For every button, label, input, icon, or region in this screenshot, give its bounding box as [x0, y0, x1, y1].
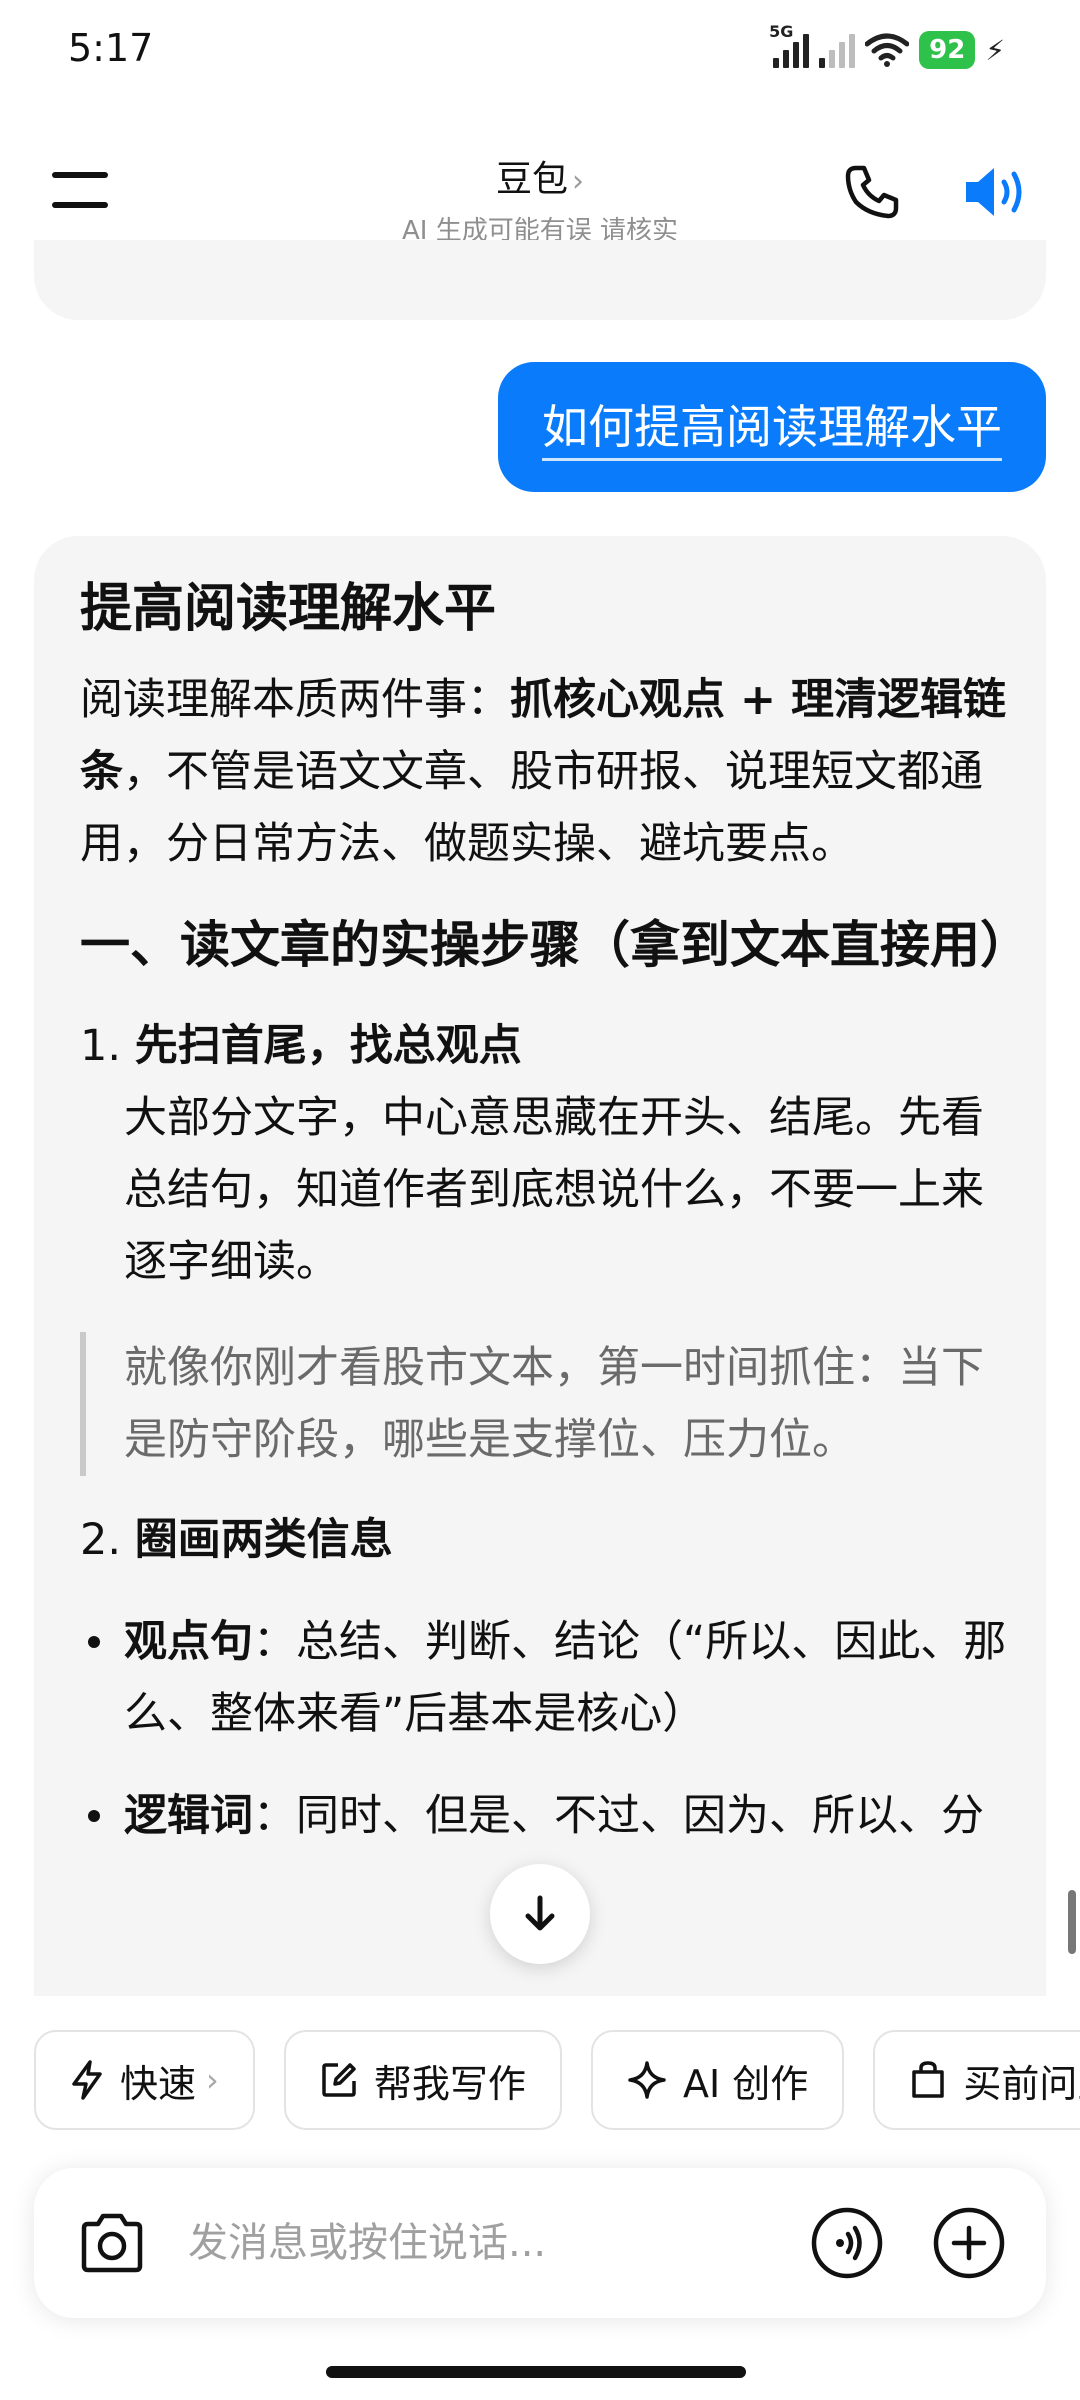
quick-action-write[interactable]: 帮我写作: [283, 2030, 562, 2130]
battery-indicator: 92: [919, 31, 976, 69]
chevron-right-icon: ›: [206, 2061, 219, 2099]
sparkle-icon: [628, 2061, 666, 2099]
section-heading: 一、读文章的实操步骤（拿到文本直接用）: [80, 916, 1030, 974]
status-icons: 5G 92 ⚡: [769, 22, 1005, 76]
bottom-panel: 快速 › 帮我写作 AI 创作 买前问豆包: [0, 1996, 1080, 2400]
camera-icon[interactable]: [78, 2210, 146, 2276]
assistant-answer-card: 提高阅读理解水平 阅读理解本质两件事：抓核心观点 + 理清逻辑链条，不管是语文文…: [34, 536, 1046, 1996]
cellular-signal-icon: 5G: [769, 22, 810, 68]
hamburger-menu-icon[interactable]: [52, 172, 112, 212]
chat-title: 豆包: [495, 159, 568, 200]
list-item-step-1-title: 1. 先扫首尾，找总观点: [80, 1021, 522, 1071]
status-time: 5:17: [68, 26, 154, 70]
chat-title-area[interactable]: 豆包 › AI 生成可能有误 请核实: [290, 150, 790, 247]
answer-intro: 阅读理解本质两件事：抓核心观点 + 理清逻辑链条，不管是语文文章、股市研报、说理…: [80, 675, 1006, 869]
scrollbar-thumb[interactable]: [1068, 1890, 1076, 1954]
blockquote: 就像你刚才看股市文本，第一时间抓住：当下是防守阶段，哪些是支撑位、压力位。: [80, 1332, 1010, 1476]
speaker-icon[interactable]: [962, 162, 1032, 222]
quick-action-fast[interactable]: 快速 ›: [34, 2030, 255, 2130]
bullet-item-logic-words: 逻辑词：同时、但是、不过、因为、所以、分: [80, 1780, 1010, 1852]
doubao-chat-screen: 5:17 5G 92 ⚡ 豆包 › AI 生成可能有误 请核实 如何提高阅读理解…: [0, 0, 1080, 2400]
home-indicator[interactable]: [326, 2366, 746, 2378]
lightning-icon: [72, 2060, 102, 2100]
chevron-right-icon: ›: [572, 164, 584, 199]
answer-title: 提高阅读理解水平: [80, 579, 497, 639]
status-bar: 5:17 5G 92 ⚡: [0, 0, 1080, 100]
quick-action-shopping[interactable]: 买前问豆包: [873, 2030, 1080, 2130]
arrow-down-icon: [525, 1895, 555, 1931]
edit-icon: [322, 2063, 356, 2097]
message-composer: [34, 2168, 1046, 2318]
chat-header: 豆包 › AI 生成可能有误 请核实: [0, 120, 1080, 260]
bullet-item-viewpoint: 观点句：总结、判断、结论（“所以、因此、那么、整体来看”后基本是核心）: [80, 1606, 1010, 1750]
plus-icon[interactable]: [932, 2206, 1006, 2280]
list-item-step-2-title: 2. 圈画两类信息: [80, 1515, 393, 1565]
user-message-bubble[interactable]: 如何提高阅读理解水平: [498, 362, 1046, 492]
scroll-to-bottom-button[interactable]: [490, 1864, 590, 1964]
shopping-bag-icon: [912, 2061, 945, 2098]
charging-icon: ⚡: [985, 33, 1005, 67]
network-type-label: 5G: [769, 22, 794, 41]
phone-icon[interactable]: [842, 162, 902, 222]
cellular-signal-2-icon: [819, 32, 856, 68]
previous-message-card: [34, 240, 1046, 320]
message-input[interactable]: [188, 2216, 788, 2270]
answer-content: 提高阅读理解水平 阅读理解本质两件事：抓核心观点 + 理清逻辑链条，不管是语文文…: [80, 570, 1030, 1852]
voice-call-icon[interactable]: [810, 2206, 884, 2280]
wifi-icon: [865, 33, 910, 67]
quick-action-chips: 快速 › 帮我写作 AI 创作 买前问豆包: [34, 2030, 1080, 2134]
list-item-step-1-body: 大部分文字，中心意思藏在开头、结尾。先看总结句，知道作者到底想说什么，不要一上来…: [124, 1093, 984, 1287]
user-message-text: 如何提高阅读理解水平: [542, 400, 1002, 461]
quick-action-ai-create[interactable]: AI 创作: [591, 2030, 845, 2130]
